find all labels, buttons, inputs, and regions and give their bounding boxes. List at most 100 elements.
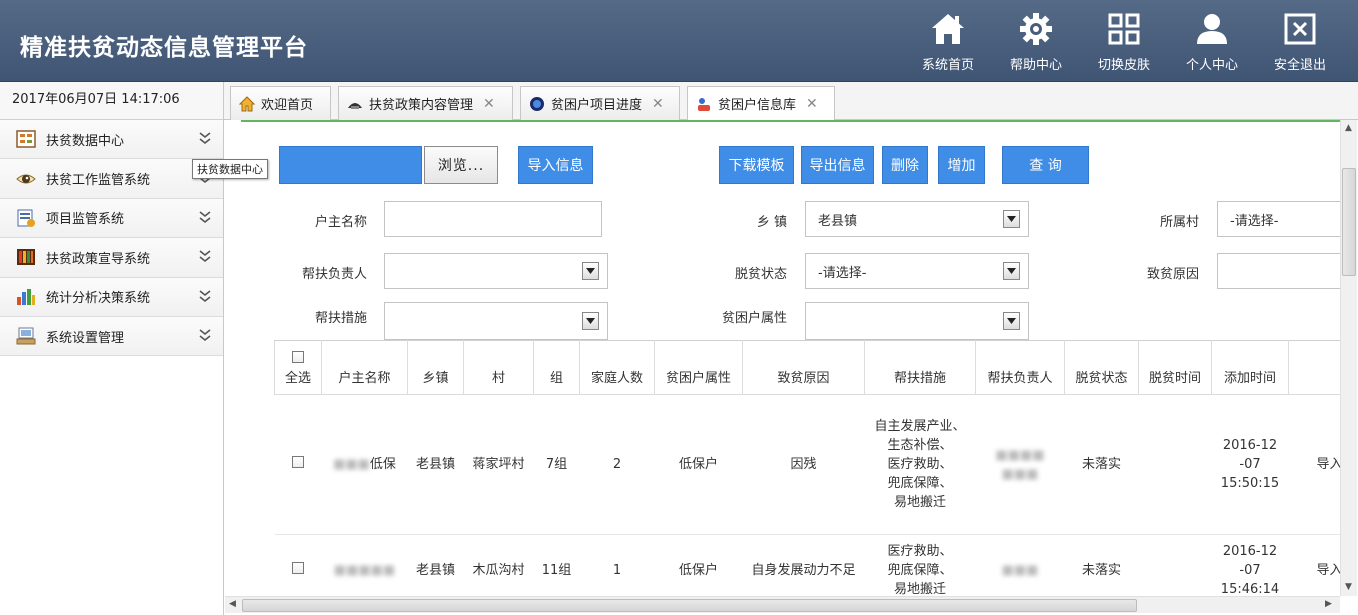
top-nav: 系统首页 帮助中心 切换皮肤 个人中心 安全退出 [904,10,1344,73]
select-all-header[interactable]: 全选 [274,340,322,395]
scroll-right-icon[interactable]: ▶ [1325,599,1332,609]
sidebar-item-settings[interactable]: 系统设置管理 [0,316,223,357]
select-all-checkbox[interactable] [292,351,304,363]
file-path-input[interactable] [279,146,422,184]
attribute-select[interactable] [805,302,1029,340]
tab-policy-content[interactable]: 扶贫政策内容管理 ✕ [338,86,513,120]
sidebar-item-label: 统计分析决策系统 [46,291,151,307]
cell-attribute: 低保户 [654,394,743,535]
query-button[interactable]: 查 询 [1002,146,1089,184]
sidebar-item-label: 扶贫工作监管系统 [46,173,151,189]
township-select[interactable]: 老县镇 [805,201,1029,237]
scroll-left-icon[interactable]: ◀ [229,599,236,609]
tab-label: 扶贫政策内容管理 [369,98,474,113]
column-header: 帮扶措施 [864,340,976,395]
download-template-button[interactable]: 下载模板 [719,146,794,184]
app-title: 精准扶贫动态信息管理平台 [20,35,308,61]
dropdown-arrow-icon [582,312,599,330]
tab-household-db[interactable]: 贫困户信息库 ✕ [687,86,835,120]
nav-profile-label: 个人中心 [1185,58,1238,73]
cell-group: 7组 [533,394,580,535]
close-icon[interactable]: ✕ [806,96,818,112]
cell-added: 2016-12 -07 15:46:14 [1211,534,1289,596]
status-label: 脱贫状态 [734,267,787,282]
table-header-row: 全选 户主名称 乡镇 村 组 家庭人数 贫困户属性 致贫原因 帮扶措施 帮扶负责… [274,340,1340,395]
sidebar-item-label: 扶贫数据中心 [46,133,125,149]
user-icon [1168,10,1256,48]
column-header: 脱贫时间 [1138,340,1212,395]
sidebar-item-statistics[interactable]: 统计分析决策系统 [0,277,223,317]
nav-help[interactable]: 帮助中心 [992,10,1080,73]
sidebar-item-label: 扶贫政策宣导系统 [46,251,151,267]
household-icon [698,97,710,111]
helper-select[interactable] [384,253,608,289]
blurred-text: ■■■■■ [333,563,396,578]
scroll-up-icon[interactable]: ▲ [1345,123,1352,133]
status-value: -请选择- [818,265,867,281]
cause-label: 致贫原因 [1146,267,1199,282]
measures-select[interactable] [384,302,608,340]
cell-off-time [1138,394,1212,535]
nav-logout[interactable]: 安全退出 [1256,10,1344,73]
close-icon[interactable]: ✕ [652,96,664,112]
cell-cause: 因残 [742,394,865,535]
tab-project-progress[interactable]: 贫困户项目进度 ✕ [520,86,680,120]
delete-button[interactable]: 删除 [882,146,928,184]
township-label: 乡 镇 [756,215,787,230]
column-header: 致贫原因 [742,340,865,395]
sidebar-item-supervision[interactable]: 扶贫工作监管系统 [0,159,223,199]
cause-input[interactable] [1217,253,1340,289]
dropdown-arrow-icon [1003,262,1020,280]
table-row: ■■■低保 老县镇 蒋家坪村 7组 2 低保户 因残 自主发展产业、 生态补偿、… [274,394,1340,535]
head-name-label: 户主名称 [314,215,367,230]
cell-group: 11组 [533,534,580,596]
sidebar-item-data-center[interactable]: 扶贫数据中心 [0,120,223,160]
browse-button[interactable]: 浏览... [424,146,498,184]
close-icon[interactable]: ✕ [483,96,495,112]
chevron-double-down-icon [199,329,211,341]
horizontal-scroll-thumb[interactable] [242,599,1137,612]
cell-township: 老县镇 [407,394,464,535]
vertical-scroll-thumb[interactable] [1342,168,1356,276]
sidebar-item-policy[interactable]: 扶贫政策宣导系统 [0,238,223,278]
chevron-double-down-icon [199,250,211,263]
horizontal-scrollbar[interactable]: ◀ ▶ [225,596,1340,613]
cell-village: 木瓜沟村 [463,534,534,596]
project-icon [17,209,35,227]
add-button[interactable]: 增加 [938,146,985,184]
status-select[interactable]: -请选择- [805,253,1029,289]
cell-status: 未落实 [1064,534,1139,596]
blurred-text: ■■■■ ■■■ [995,447,1045,482]
vertical-scrollbar[interactable]: ▲ ▼ [1340,120,1357,596]
row-checkbox[interactable] [292,456,304,468]
cell-measures: 医疗救助、 兜底保障、 易地搬迁 [864,534,976,596]
cell-extra[interactable]: 导入 [1288,394,1340,535]
cell-extra[interactable]: 导入 [1288,534,1340,596]
cell-cause: 自身发展动力不足 [742,534,865,596]
village-label: 所属村 [1159,215,1199,230]
dropdown-arrow-icon [582,262,599,280]
township-value: 老县镇 [818,213,858,229]
books-icon [17,249,35,266]
nav-home[interactable]: 系统首页 [904,10,992,73]
row-checkbox[interactable] [292,562,304,574]
chevron-double-down-icon [199,211,211,223]
chevron-double-down-icon [199,289,211,302]
import-button[interactable]: 导入信息 [518,146,593,184]
cell-township: 老县镇 [407,534,464,596]
chevron-double-down-icon [199,132,211,145]
column-header: 添加时间 [1211,340,1289,395]
village-select[interactable]: -请选择- [1217,201,1340,237]
tab-welcome[interactable]: 欢迎首页 [230,86,331,120]
scroll-down-icon[interactable]: ▼ [1345,582,1352,592]
head-name-input[interactable] [384,201,602,237]
table-row: ■■■■■ 老县镇 木瓜沟村 11组 1 低保户 自身发展动力不足 医疗救助、 … [274,534,1340,596]
measures-label: 帮扶措施 [314,311,367,326]
export-button[interactable]: 导出信息 [801,146,874,184]
column-header-extra [1288,340,1340,395]
nav-skin[interactable]: 切换皮肤 [1080,10,1168,73]
nav-skin-label: 切换皮肤 [1097,58,1150,73]
cell-helper: ■■■■ ■■■ [975,394,1065,535]
nav-profile[interactable]: 个人中心 [1168,10,1256,73]
sidebar-item-projects[interactable]: 项目监管系统 [0,198,223,239]
